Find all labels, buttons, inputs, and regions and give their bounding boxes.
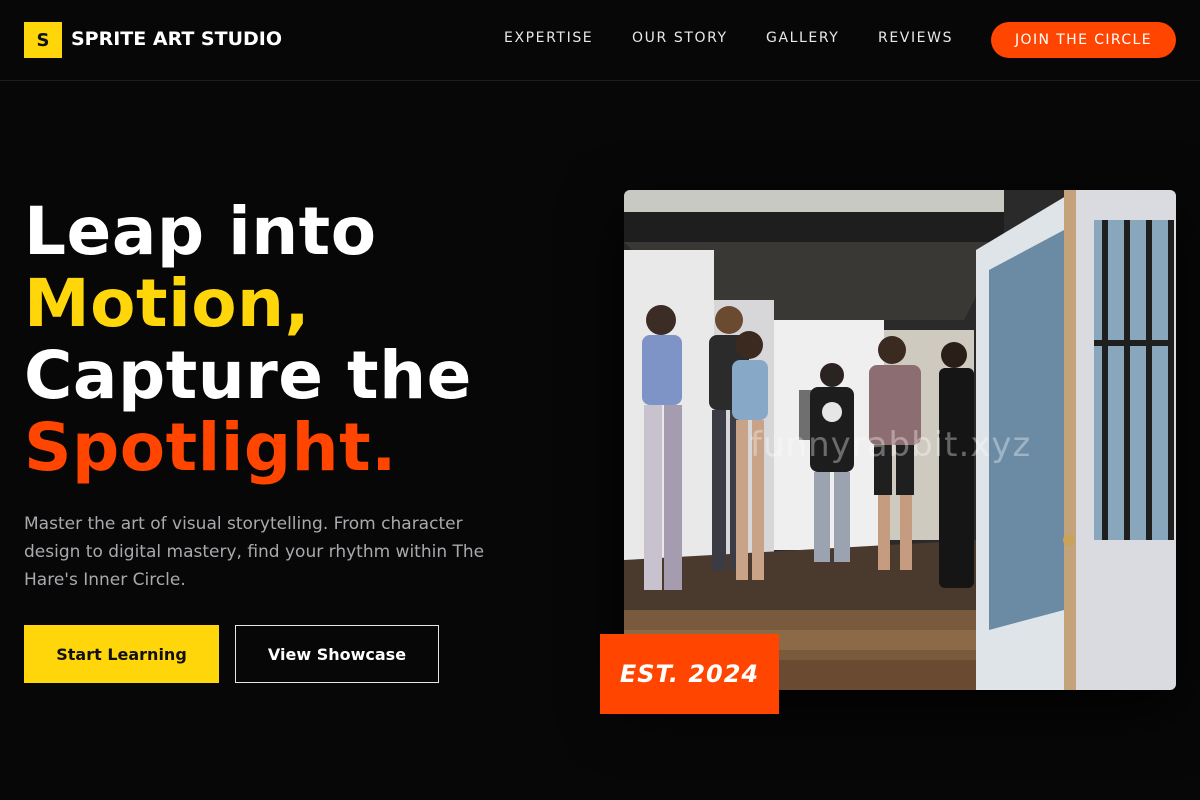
headline-line-1: Leap into [24, 193, 377, 270]
hero-headline: Leap into Motion, Capture the Spotlight. [24, 196, 472, 484]
view-showcase-button[interactable]: View Showcase [235, 625, 439, 683]
established-badge: EST. 2024 [600, 634, 779, 714]
brand-name[interactable]: SPRITE ART STUDIO [71, 28, 282, 50]
headline-line-2: Motion, [24, 265, 311, 342]
nav-link-reviews[interactable]: REVIEWS [878, 30, 953, 46]
nav-link-gallery[interactable]: GALLERY [766, 30, 839, 46]
nav-link-expertise[interactable]: EXPERTISE [504, 30, 593, 46]
join-the-circle-button[interactable]: JOIN THE CIRCLE [991, 22, 1176, 58]
hero-photo [624, 190, 1176, 690]
hero-description: Master the art of visual storytelling. F… [24, 514, 485, 590]
nav-link-our-story[interactable]: OUR STORY [632, 30, 728, 46]
headline-line-4: Spotlight. [24, 409, 397, 486]
start-learning-button[interactable]: Start Learning [24, 625, 219, 683]
headline-line-3: Capture the [24, 337, 472, 414]
gallery-scene-image [624, 190, 1176, 690]
site-header: S SPRITE ART STUDIO EXPERTISE OUR STORY … [0, 0, 1200, 81]
logo-mark[interactable]: S [24, 22, 62, 58]
